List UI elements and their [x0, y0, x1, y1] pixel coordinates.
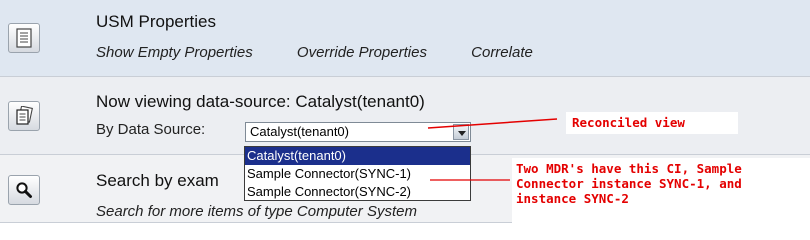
- mdr-annotation-line: Connector instance SYNC-1, and: [516, 176, 742, 191]
- now-viewing-title: Now viewing data-source: Catalyst(tenant…: [96, 92, 425, 111]
- mdr-annotation: Two MDR's have this CI, Sample Connector…: [512, 158, 810, 223]
- reconciled-view-annotation: Reconciled view: [566, 112, 738, 134]
- usm-links: Show Empty Properties Override Propertie…: [96, 44, 573, 61]
- correlate-link[interactable]: Correlate: [471, 44, 533, 61]
- dropdown-option[interactable]: Catalyst(tenant0): [245, 147, 470, 165]
- mdr-annotation-line: instance SYNC-2: [516, 191, 629, 206]
- search-subtitle[interactable]: Search for more items of type Computer S…: [96, 203, 417, 220]
- reconciled-view-text: Reconciled view: [572, 115, 685, 130]
- override-properties-link[interactable]: Override Properties: [297, 44, 427, 61]
- by-data-source-label: By Data Source:: [96, 121, 206, 138]
- usm-properties-title: USM Properties: [96, 12, 216, 31]
- mdr-annotation-line: Two MDR's have this CI, Sample: [516, 161, 742, 176]
- show-empty-properties-link[interactable]: Show Empty Properties: [96, 44, 253, 61]
- documents-icon[interactable]: [8, 101, 40, 131]
- magnifier-icon[interactable]: [8, 175, 40, 205]
- dropdown-option[interactable]: Sample Connector(SYNC-1): [245, 165, 470, 183]
- search-title[interactable]: Search by exam: [96, 171, 219, 191]
- data-source-select-value: Catalyst(tenant0): [250, 124, 349, 139]
- usm-properties-panel: USM Properties Show Empty Properties Ove…: [0, 0, 810, 77]
- document-icon[interactable]: [8, 23, 40, 53]
- chevron-down-icon[interactable]: [453, 124, 469, 140]
- dropdown-option[interactable]: Sample Connector(SYNC-2): [245, 183, 470, 201]
- data-source-select[interactable]: Catalyst(tenant0): [245, 122, 471, 142]
- data-source-dropdown[interactable]: Catalyst(tenant0) Sample Connector(SYNC-…: [244, 146, 471, 201]
